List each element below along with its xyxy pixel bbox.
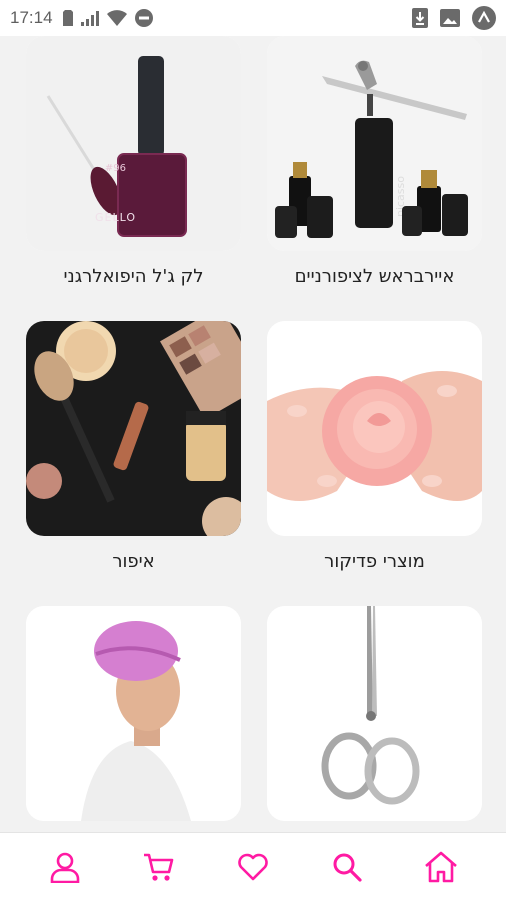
heart-icon [238, 853, 268, 880]
nav-home[interactable] [411, 837, 471, 897]
home-icon [425, 851, 457, 882]
svg-text:GELLO: GELLO [95, 211, 136, 224]
download-icon [412, 8, 428, 28]
app-icon [472, 6, 496, 30]
category-grid: picasso איירבראש לציפורניים #96 GELLO לק… [0, 36, 506, 832]
wifi-icon [106, 10, 127, 26]
category-card-pedicure[interactable]: מוצרי פדיקור [267, 321, 482, 606]
category-card-hair-cap[interactable] [26, 606, 241, 832]
do-not-disturb-icon [134, 9, 153, 27]
category-grid-container[interactable]: picasso איירבראש לציפורניים #96 GELLO לק… [0, 36, 506, 832]
woman-hair-cap-image [26, 606, 241, 821]
bottom-navigation [0, 832, 506, 900]
cart-icon [144, 853, 174, 881]
search-icon [333, 853, 362, 882]
category-card-makeup[interactable]: איפור [26, 321, 241, 606]
cuticle-scissors-image [267, 606, 482, 821]
gel-polish-bottle-image: #96 GELLO [26, 36, 241, 251]
airbrush-kit-image: picasso [267, 36, 482, 251]
nav-search[interactable] [317, 837, 377, 897]
category-label: איירבראש לציפורניים [294, 266, 455, 287]
category-card-scissors[interactable] [267, 606, 482, 832]
svg-text:#96: #96 [105, 163, 126, 174]
image-icon [440, 9, 460, 27]
category-card-airbrush[interactable]: picasso איירבראש לציפורניים [267, 36, 482, 321]
nav-cart[interactable] [129, 837, 189, 897]
nav-user[interactable] [35, 837, 95, 897]
makeup-brushes-image [26, 321, 241, 536]
category-card-gel-polish[interactable]: #96 GELLO לק ג'ל היפואלרגני [26, 36, 241, 321]
signal-icon [80, 11, 99, 26]
user-icon [50, 852, 80, 883]
hands-rose-image [267, 321, 482, 536]
sim-card-icon [62, 10, 73, 26]
nav-favorites[interactable] [223, 837, 283, 897]
category-label: מוצרי פדיקור [324, 551, 425, 572]
status-bar: 17:14 [0, 0, 506, 36]
category-label: לק ג'ל היפואלרגני [63, 266, 204, 287]
category-label: איפור [112, 551, 155, 572]
status-time: 17:14 [10, 8, 53, 27]
